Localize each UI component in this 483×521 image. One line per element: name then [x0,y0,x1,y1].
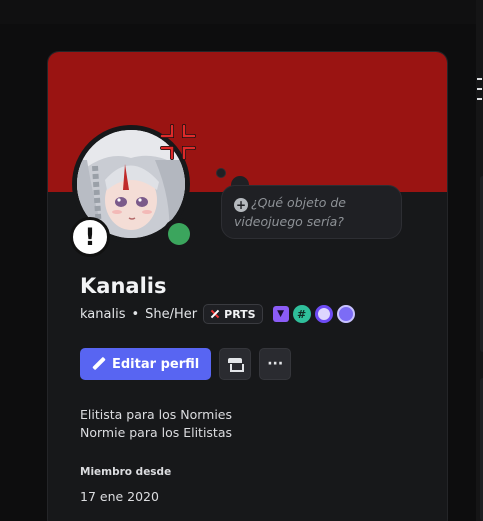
member-since-date: 17 ene 2020 [80,489,159,504]
display-name: Kanalis [80,274,167,298]
twitch-badge-icon[interactable]: ▼ [272,306,289,322]
orb-badge-icon[interactable] [336,305,355,323]
top-bar [0,0,483,24]
thought-bubble-dot [216,168,226,178]
right-panel-text-fragment [477,78,483,138]
bio-line: Elitista para los Normies [80,407,233,422]
gear-badge-icon[interactable] [314,305,333,323]
prts-logo-icon [210,309,220,319]
bio-line: Normie para los Elitistas [80,425,233,440]
profile-actions: Editar perfil ··· [80,348,292,380]
member-since-label: Miembro desde [80,466,172,478]
exclamation-icon: ! [70,217,110,257]
edit-profile-label: Editar perfil [112,356,200,372]
guild-tag[interactable]: PRTS [203,304,263,324]
more-icon: ··· [267,356,284,372]
anger-mark-icon [158,122,198,162]
username: kanalis [80,306,126,322]
guild-tag-label: PRTS [224,307,256,321]
identity-row: kanalis • She/Her PRTS ▼ # [80,304,355,324]
separator-dot: • [131,306,140,322]
online-status-indicator [163,218,195,250]
profile-page: ! + ¿Qué objeto de videojuego sería? Kana… [0,0,483,521]
edit-profile-button[interactable]: Editar perfil [80,348,212,380]
add-icon: + [234,198,248,212]
bio: Elitista para los Normies Normie para lo… [80,406,232,442]
shop-icon [228,358,245,372]
profile-card: ! + ¿Qué objeto de videojuego sería? Kana… [47,51,448,521]
more-options-button[interactable]: ··· [259,348,292,380]
pronouns: She/Her [145,306,198,322]
status-thought-bubble[interactable]: + ¿Qué objeto de videojuego sería? [221,185,402,239]
shop-button[interactable] [219,348,252,380]
thought-placeholder: ¿Qué objeto de videojuego sería? [234,195,346,229]
hashtag-badge-icon[interactable]: # [292,305,311,323]
badge-list: ▼ # [272,305,355,323]
pencil-icon [92,357,106,371]
